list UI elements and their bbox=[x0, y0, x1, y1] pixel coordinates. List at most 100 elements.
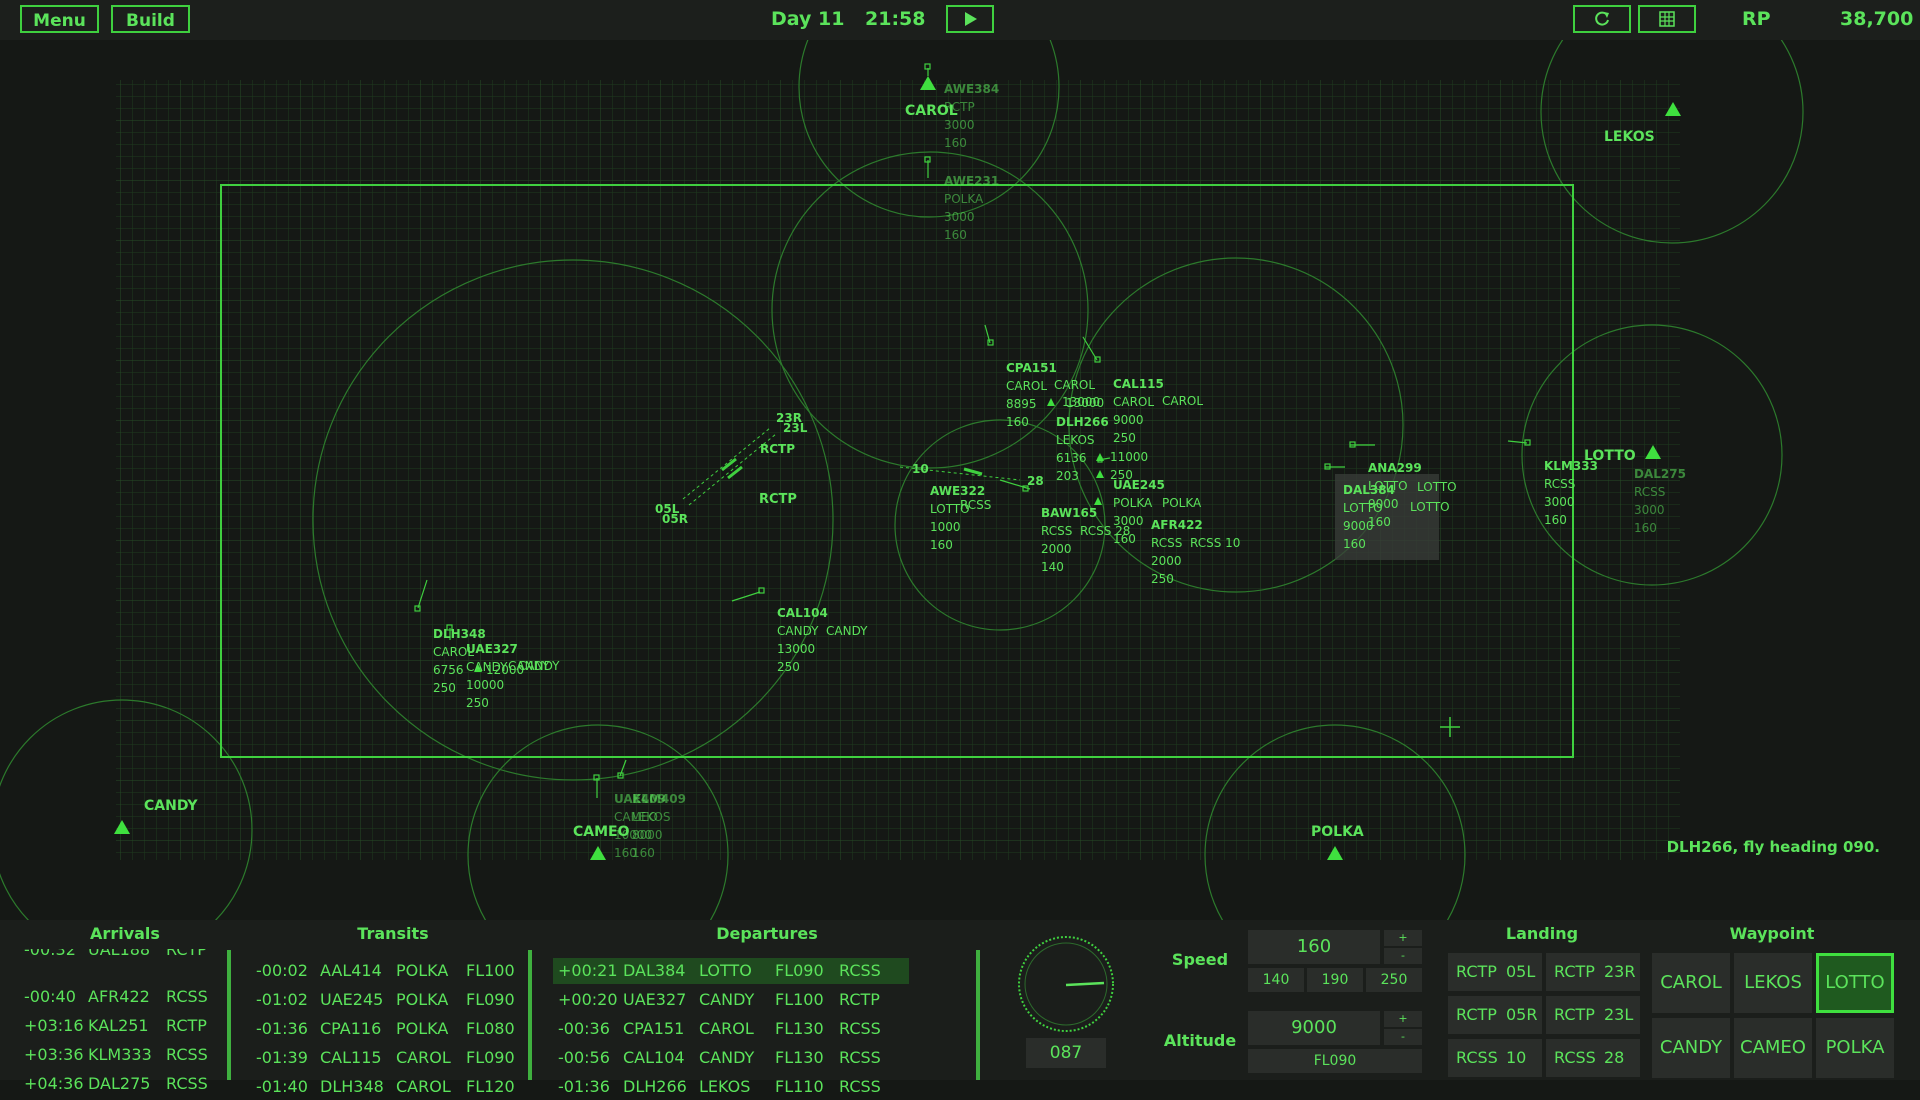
table-row[interactable]: +03:36 KLM333 RCSS bbox=[20, 1042, 236, 1068]
altitude-decrease-button[interactable]: - bbox=[1384, 1029, 1422, 1045]
play-icon bbox=[965, 12, 977, 26]
aircraft-target-altitude: 11000 bbox=[1110, 450, 1148, 464]
table-cell: FL100 bbox=[775, 990, 824, 1009]
speed-preset-button[interactable]: 140 bbox=[1248, 968, 1304, 992]
aircraft-info: 6136 bbox=[1056, 451, 1087, 465]
table-row[interactable]: -01:02 UAE245 POLKA FL090 bbox=[252, 987, 536, 1013]
transits-scrollbar[interactable] bbox=[528, 950, 532, 1080]
airport-code: RCSS bbox=[1554, 1048, 1596, 1067]
table-cell: AAL414 bbox=[320, 961, 382, 980]
table-cell: +00:20 bbox=[558, 990, 618, 1009]
table-row[interactable]: +03:16 KAL251 RCTP bbox=[20, 1013, 236, 1039]
table-cell: RCSS bbox=[166, 987, 208, 1006]
landing-runway-button[interactable]: RCTP 05L bbox=[1448, 953, 1542, 991]
table-row[interactable]: -01:39 CAL115 CAROL FL090 bbox=[252, 1045, 536, 1071]
aircraft-info: 8895 bbox=[1006, 397, 1037, 411]
altitude-value[interactable]: 9000 bbox=[1248, 1011, 1380, 1045]
departures-title: Departures bbox=[716, 924, 818, 943]
radar-map[interactable]: CAROL LEKOS LOTTO CANDY CAMEO POLKA RCTP… bbox=[0, 40, 1920, 920]
table-row[interactable]: -00:02 AAL414 POLKA FL100 bbox=[252, 958, 536, 984]
aircraft-info: 13000 bbox=[777, 642, 815, 656]
build-button[interactable]: Build bbox=[111, 5, 190, 33]
aircraft-info: POLKA bbox=[944, 192, 984, 206]
aircraft-callsign: CPA151 bbox=[1006, 361, 1057, 375]
table-cell: POLKA bbox=[396, 990, 449, 1009]
aircraft-callsign: KLM333 bbox=[1544, 459, 1598, 473]
aircraft-info: 8000 bbox=[632, 828, 663, 842]
landing-runway-button[interactable]: RCTP 23R bbox=[1546, 953, 1640, 991]
speed-preset-button[interactable]: 250 bbox=[1366, 968, 1422, 992]
heading-dial[interactable] bbox=[1016, 934, 1116, 1034]
waypoint-label-polka: POLKA bbox=[1311, 824, 1364, 840]
airport-code: RCTP bbox=[1456, 1005, 1497, 1024]
play-button[interactable] bbox=[946, 5, 994, 33]
table-row[interactable]: -00:36 CPA151 CAROL FL130 RCSS bbox=[553, 1016, 909, 1042]
table-row[interactable]: -00:40 AFR422 RCSS bbox=[20, 984, 236, 1010]
table-cell: -00:36 bbox=[558, 1019, 610, 1038]
altitude-increase-button[interactable]: + bbox=[1384, 1011, 1422, 1027]
table-cell: FL090 bbox=[466, 1048, 515, 1067]
aircraft-callsign: CAL104 bbox=[777, 606, 828, 620]
table-cell: DAL384 bbox=[623, 961, 686, 980]
aircraft-info: 250 bbox=[1113, 431, 1136, 445]
aircraft-target: CAROL bbox=[1162, 394, 1203, 408]
aircraft-info: 9000 bbox=[1113, 413, 1144, 427]
table-row[interactable]: +00:20 UAE327 CANDY FL100 RCTP bbox=[553, 987, 909, 1013]
speed-value[interactable]: 160 bbox=[1248, 930, 1380, 964]
speed-decrease-button[interactable]: - bbox=[1384, 948, 1422, 964]
table-row[interactable]: +00:21 DAL384 LOTTO FL090 RCSS bbox=[553, 958, 909, 984]
table-cell: CANDY bbox=[699, 1048, 755, 1067]
landing-runway-button[interactable]: RCSS 10 bbox=[1448, 1039, 1542, 1077]
aircraft-info: RCTP bbox=[944, 100, 975, 114]
atc-message: DLH266, fly heading 090. bbox=[1667, 838, 1880, 856]
speed-increase-button[interactable]: + bbox=[1384, 930, 1422, 946]
aircraft-callsign: DAL275 bbox=[1634, 467, 1686, 481]
speed-preset-button[interactable]: 190 bbox=[1307, 968, 1363, 992]
aircraft-info: 3000 bbox=[944, 210, 975, 224]
table-row[interactable]: +04:36 DAL275 RCSS bbox=[20, 1071, 236, 1097]
table-row[interactable]: -01:36 CPA116 POLKA FL080 bbox=[252, 1016, 536, 1042]
waypoint-button-carol[interactable]: CAROL bbox=[1652, 953, 1730, 1013]
aircraft-info: LEKOS bbox=[1056, 433, 1095, 447]
table-cell: RCSS bbox=[839, 961, 881, 980]
grid-toggle-button[interactable] bbox=[1638, 5, 1696, 33]
table-row[interactable]: -00:56 CAL104 CANDY FL130 RCSS bbox=[553, 1045, 909, 1071]
aircraft-info: 160 bbox=[632, 846, 655, 860]
aircraft-info: CAROL bbox=[1006, 379, 1047, 393]
waypoint-button-polka[interactable]: POLKA bbox=[1816, 1018, 1894, 1078]
aircraft-info: 10000 bbox=[466, 678, 504, 692]
waypoint-label-candy: CANDY bbox=[144, 798, 198, 814]
aircraft-info: LOTTO bbox=[1343, 501, 1383, 515]
day-label: Day 11 bbox=[771, 8, 845, 30]
table-row[interactable]: -01:36 DLH266 LEKOS FL110 RCSS bbox=[553, 1074, 909, 1100]
table-cell: CAL115 bbox=[320, 1048, 382, 1067]
aircraft-target-altitude: 12000 bbox=[486, 663, 524, 677]
heading-value[interactable]: 087 bbox=[1026, 1038, 1106, 1068]
table-row[interactable]: -01:40 DLH348 CAROL FL120 bbox=[252, 1074, 536, 1100]
menu-button[interactable]: Menu bbox=[20, 5, 99, 33]
aircraft-callsign: BAW165 bbox=[1041, 506, 1097, 520]
grid-icon bbox=[1659, 11, 1675, 27]
aircraft-info: 3000 bbox=[1634, 503, 1665, 517]
landing-runway-button[interactable]: RCTP 23L bbox=[1546, 996, 1640, 1034]
aircraft-info: 250 bbox=[433, 681, 456, 695]
runway-code: 05L bbox=[1506, 962, 1536, 981]
refresh-button[interactable] bbox=[1573, 5, 1631, 33]
aircraft-info: 160 bbox=[944, 228, 967, 242]
waypoint-button-lotto[interactable]: LOTTO bbox=[1816, 953, 1894, 1013]
arrivals-scrollbar[interactable] bbox=[227, 950, 231, 1080]
waypoint-button-candy[interactable]: CANDY bbox=[1652, 1018, 1730, 1078]
table-cell: +00:21 bbox=[558, 961, 618, 980]
aircraft-target: LOTTO bbox=[1410, 500, 1450, 514]
table-cell: RCSS bbox=[839, 1048, 881, 1067]
landing-runway-button[interactable]: RCTP 05R bbox=[1448, 996, 1542, 1034]
airport-code: RCTP bbox=[1554, 1005, 1595, 1024]
aircraft-info: 160 bbox=[1343, 537, 1366, 551]
landing-runway-button[interactable]: RCSS 28 bbox=[1546, 1039, 1640, 1077]
top-bar: Menu Build Day 11 21:58 RP 38,700 bbox=[0, 0, 1920, 40]
waypoint-button-lekos[interactable]: LEKOS bbox=[1734, 953, 1812, 1013]
aircraft-callsign: ANA299 bbox=[1368, 461, 1422, 475]
aircraft-info: RCSS bbox=[1041, 524, 1072, 538]
waypoint-button-cameo[interactable]: CAMEO bbox=[1734, 1018, 1812, 1078]
departures-scrollbar[interactable] bbox=[976, 950, 980, 1080]
